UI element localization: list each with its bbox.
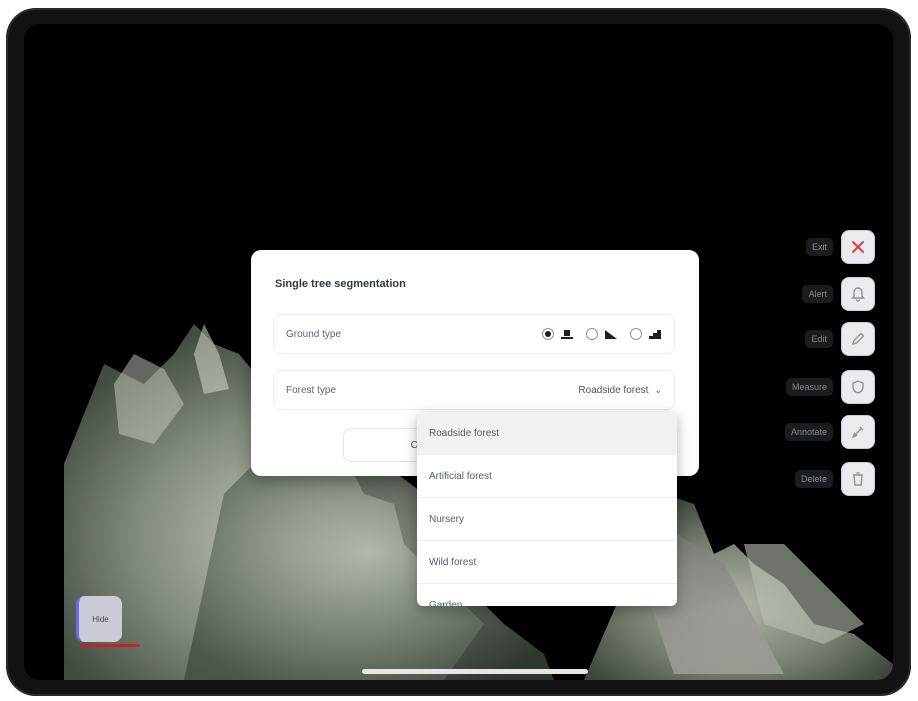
ground-radio-slope[interactable] <box>586 328 598 340</box>
shield-icon <box>852 380 864 394</box>
dropdown-item-nursery[interactable]: Nursery <box>417 498 677 541</box>
annotate-button[interactable] <box>841 415 875 449</box>
toolbar-label-alert: Alert <box>802 285 833 303</box>
trash-icon <box>853 472 863 486</box>
toolbar-row-alert: Alert <box>802 277 875 311</box>
dropdown-item-roadside-forest[interactable]: Roadside forest <box>417 412 677 455</box>
pen-icon <box>851 332 865 346</box>
flat-ground-icon <box>560 328 574 340</box>
ground-type-row: Ground type <box>273 314 675 354</box>
ground-type-label: Ground type <box>286 328 342 340</box>
step-ground-icon <box>648 328 662 340</box>
ground-option-step[interactable] <box>630 328 662 340</box>
toolbar-row-edit: Edit <box>805 322 875 356</box>
toolbar-row-exit: Exit <box>805 230 875 264</box>
toolbar-row-measure: Measure <box>785 370 875 404</box>
hide-panel-label: Hide <box>92 614 109 624</box>
ground-radio-step[interactable] <box>630 328 642 340</box>
ground-option-slope[interactable] <box>586 328 618 340</box>
close-icon <box>852 241 864 253</box>
toolbar-row-annotate: Annotate <box>784 415 875 449</box>
chevron-down-icon[interactable]: ⌄ <box>654 385 662 396</box>
exit-button[interactable] <box>841 230 875 264</box>
pencil-icon <box>851 426 864 439</box>
forest-type-value[interactable]: Roadside forest <box>578 385 648 396</box>
forest-type-label: Forest type <box>286 384 337 396</box>
slope-ground-icon <box>604 328 618 340</box>
dialog-title: Single tree segmentation <box>275 278 406 290</box>
tablet-frame: Exit Alert Edit Measure Annotate Delete … <box>6 8 911 696</box>
forest-type-row[interactable]: Forest type Roadside forest ⌄ <box>273 370 675 410</box>
toolbar-label-measure: Measure <box>785 378 833 396</box>
home-indicator[interactable] <box>362 669 588 674</box>
bell-icon <box>851 287 865 302</box>
ground-option-flat[interactable] <box>542 328 574 340</box>
dropdown-item-artificial-forest[interactable]: Artificial forest <box>417 455 677 498</box>
delete-button[interactable] <box>841 462 875 496</box>
alert-button[interactable] <box>841 277 875 311</box>
ground-radio-flat[interactable] <box>542 328 554 340</box>
toolbar-label-annotate: Annotate <box>784 423 833 441</box>
dropdown-item-wild-forest[interactable]: Wild forest <box>417 541 677 584</box>
point-cloud-viewport[interactable]: Exit Alert Edit Measure Annotate Delete … <box>24 24 893 680</box>
measure-button[interactable] <box>841 370 875 404</box>
forest-type-dropdown: Roadside forest Artificial forest Nurser… <box>417 412 677 606</box>
corner-underline <box>80 644 140 647</box>
toolbar-label-exit: Exit <box>805 238 833 256</box>
toolbar-label-edit: Edit <box>805 330 833 348</box>
edit-button[interactable] <box>841 322 875 356</box>
toolbar-row-delete: Delete <box>794 462 875 496</box>
hide-panel-button[interactable]: Hide <box>76 596 122 642</box>
toolbar-label-delete: Delete <box>794 470 833 488</box>
dropdown-item-garden[interactable]: Garden <box>417 584 677 607</box>
